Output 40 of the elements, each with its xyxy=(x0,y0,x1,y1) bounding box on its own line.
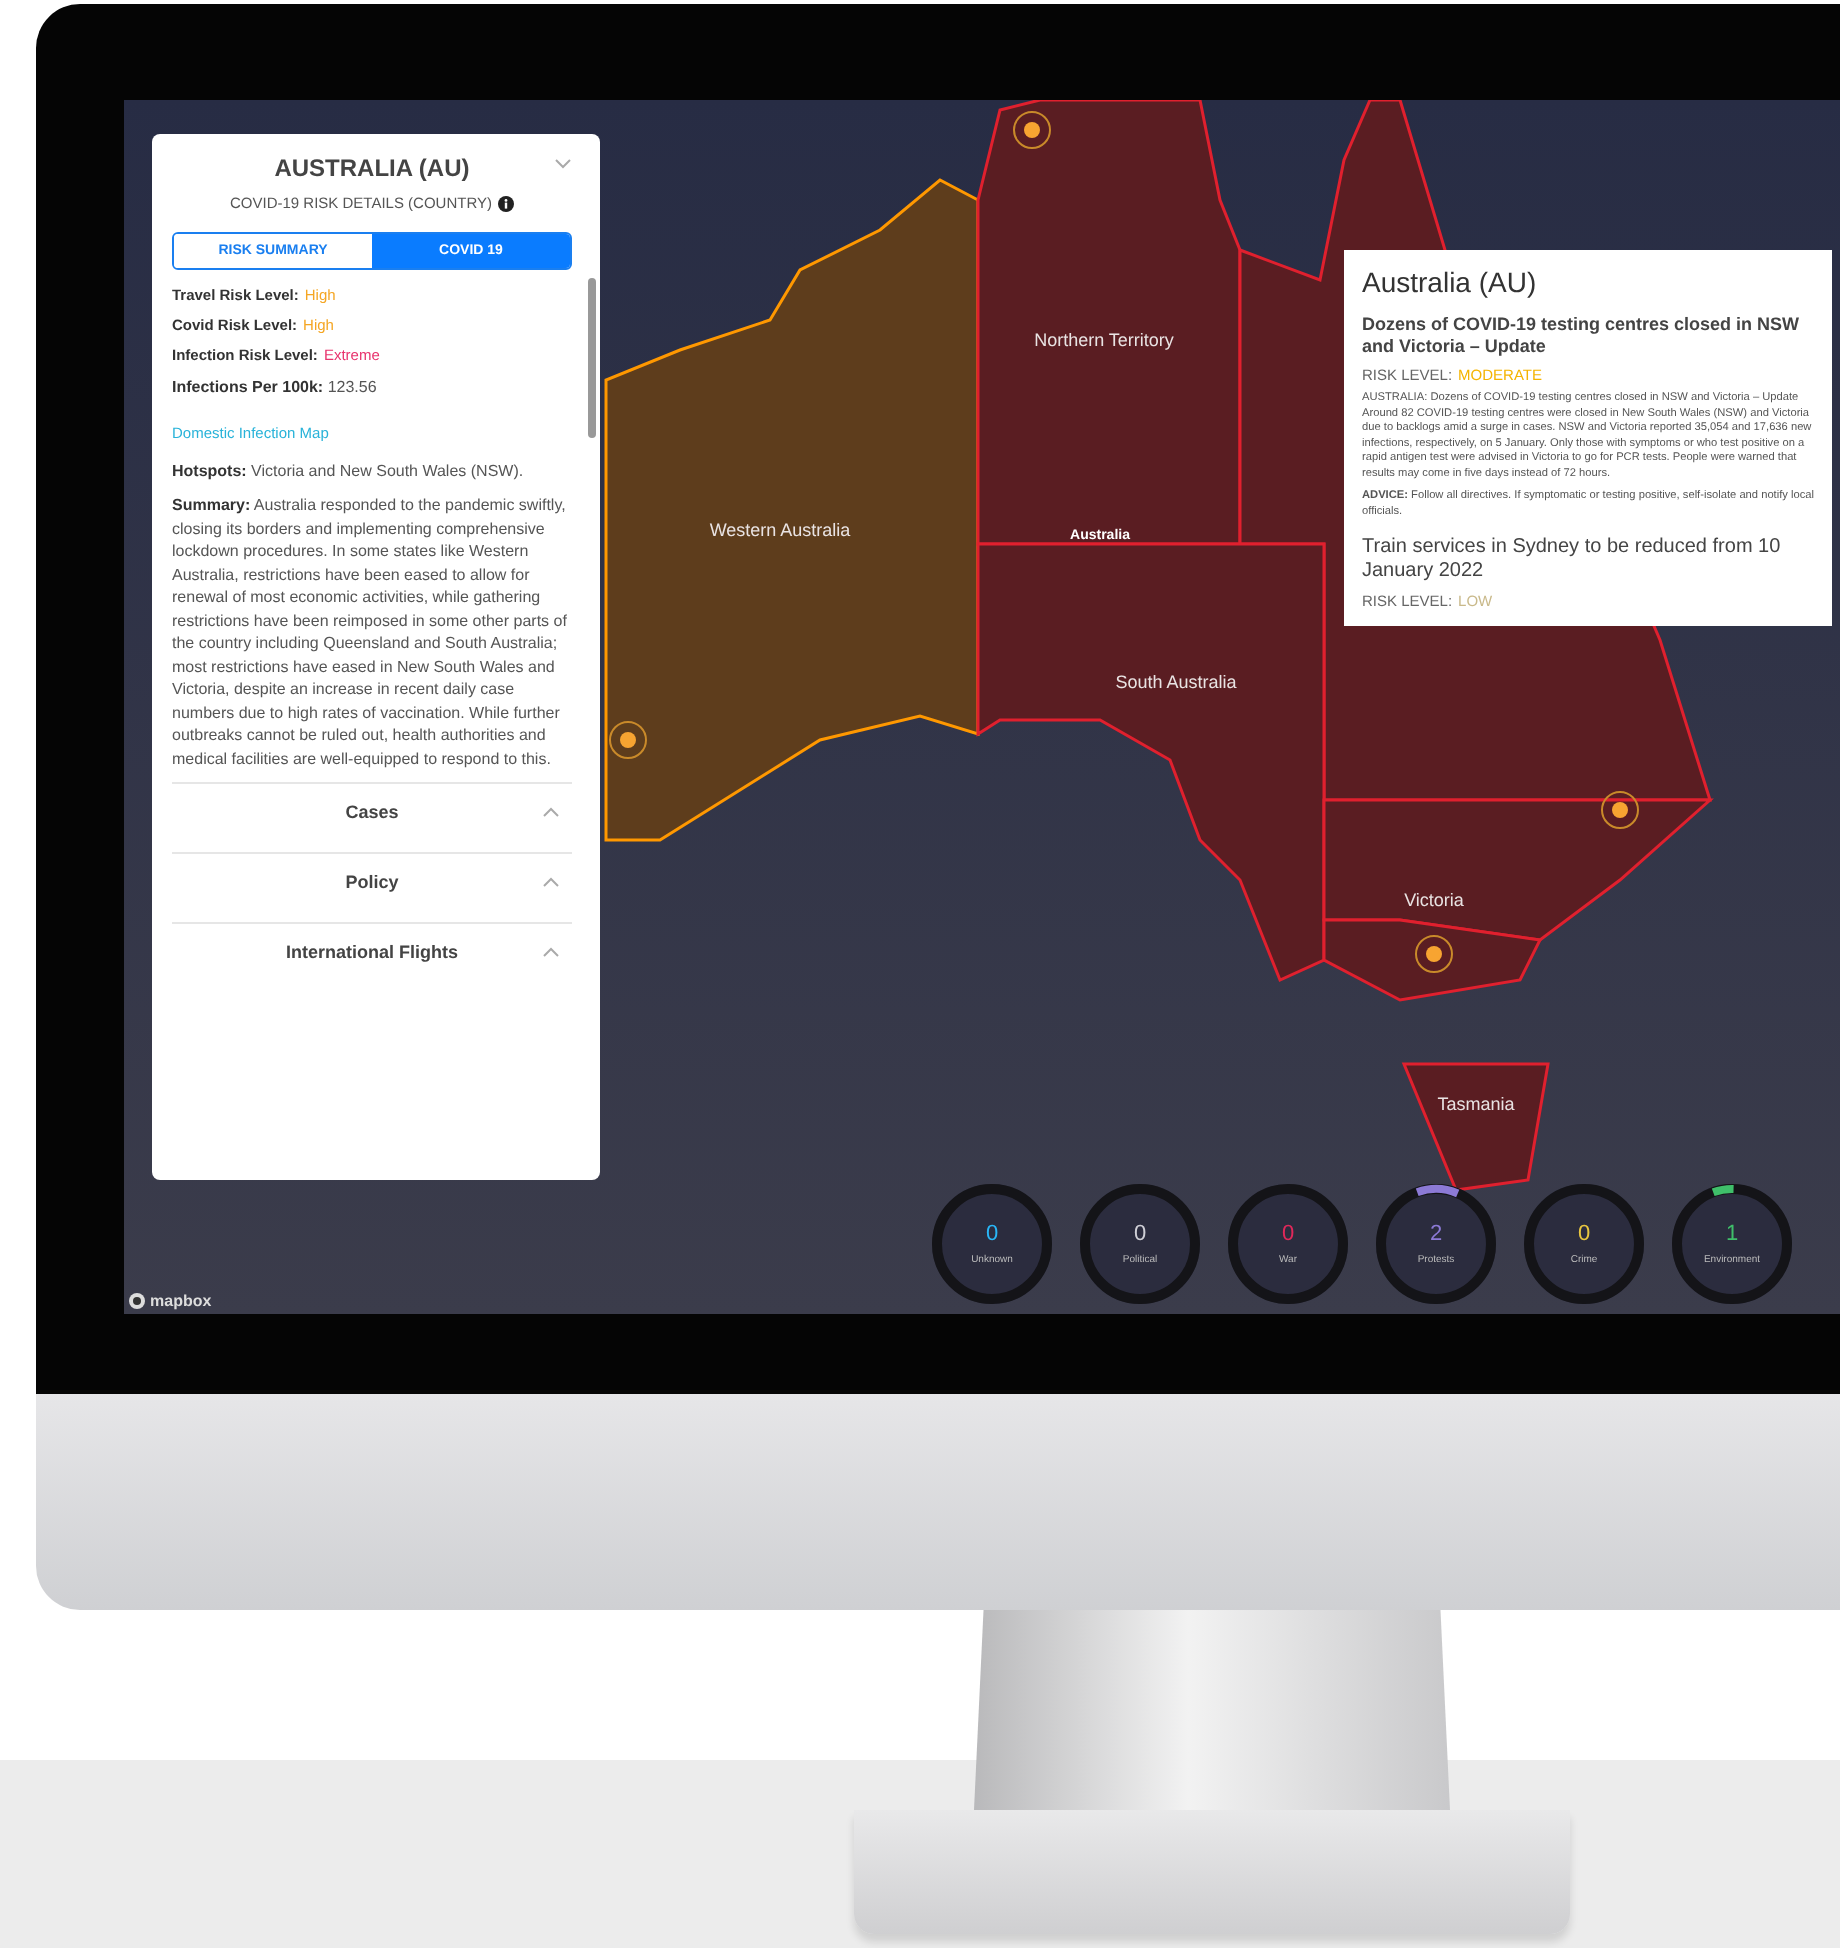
scrollbar[interactable] xyxy=(588,278,596,438)
alert-headline: Train services in Sydney to be reduced from 10 January 2022 xyxy=(1362,536,1783,584)
chevron-up-icon xyxy=(542,876,560,888)
region-label: South Australia xyxy=(1115,672,1237,692)
counter-value: 0 xyxy=(985,1222,999,1246)
region-label: Tasmania xyxy=(1437,1094,1515,1114)
counter-ring xyxy=(1228,1184,1348,1304)
counter-ring xyxy=(1376,1184,1496,1304)
accordion-header[interactable]: Policy xyxy=(172,852,572,910)
map-marker-icon[interactable] xyxy=(609,721,647,759)
counter-value: 0 xyxy=(1577,1222,1591,1246)
counter-ring xyxy=(932,1184,1052,1304)
map-marker-icon[interactable] xyxy=(1013,111,1051,149)
accordion-header[interactable]: Cases xyxy=(172,782,572,840)
chevron-down-icon[interactable] xyxy=(554,158,572,170)
chevron-up-icon xyxy=(542,806,560,818)
counter-value: 1 xyxy=(1725,1222,1739,1246)
chevron-up-icon xyxy=(542,946,560,958)
accordion-header[interactable]: International Flights xyxy=(172,922,572,980)
region-label: Northern Territory xyxy=(1034,330,1174,350)
mapbox-logo-icon xyxy=(128,1292,146,1310)
counter-ring xyxy=(1672,1184,1792,1304)
info-icon[interactable] xyxy=(498,195,514,211)
map-marker-icon[interactable] xyxy=(1601,791,1639,829)
alert-headline: Dozens of COVID-19 testing centres closed in NSW and Victoria – Update xyxy=(1362,314,1802,358)
hotspots-text: Hotspots: Victoria and New South Wales (NSW). xyxy=(172,459,526,482)
map-view[interactable] xyxy=(124,100,1840,1314)
summary-text: Summary: Australia responded to the pandemic swiftly, closing its borders and implementing comprehensive lockdown procedures. In some states like Western Australia, restrictions have been eased to allow for renewal of most economic activities, while gathering restrictions have been reimposed in some other parts of the country including Queensland and South Australia; most restrictions have eased in New South Wales and Victoria, despite an increase in recent daily case numbers due to high rates of vaccination. While further outbreaks cannot be ruled out, health authorities and medical facilities are well-equipped to respond to this. xyxy=(172,494,569,770)
map-attribution: mapbox xyxy=(150,1292,212,1310)
counter-ring xyxy=(1080,1184,1200,1304)
map-marker-icon[interactable] xyxy=(1415,935,1453,973)
counter-ring xyxy=(1524,1184,1644,1304)
counter-value: 0 xyxy=(1133,1222,1147,1246)
country-title: AUSTRALIA (AU) xyxy=(274,154,470,182)
region-label: Victoria xyxy=(1404,890,1464,910)
region-label: Western Australia xyxy=(709,520,851,540)
counter-value: 2 xyxy=(1429,1222,1443,1246)
infections-text: Infections Per 100k: 123.56 xyxy=(172,376,379,399)
popup-title: Australia (AU) xyxy=(1362,266,1539,298)
counter-value: 0 xyxy=(1281,1222,1295,1246)
